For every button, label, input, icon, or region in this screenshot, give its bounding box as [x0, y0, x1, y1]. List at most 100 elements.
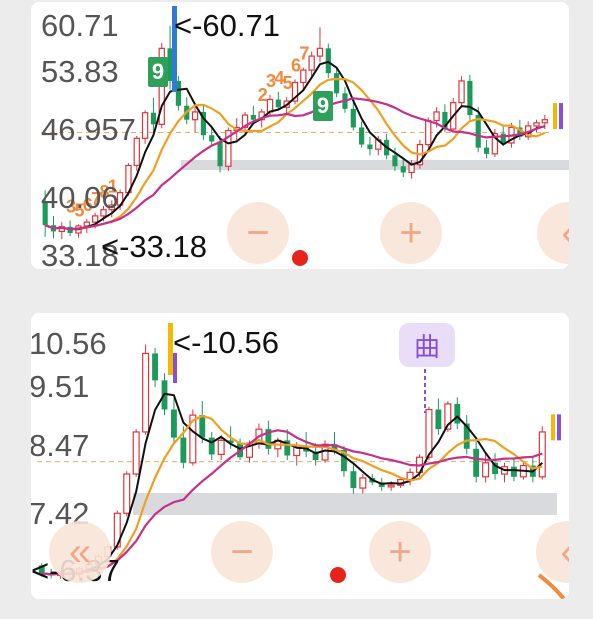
y-label-max: 10.56 — [31, 326, 107, 361]
zoom-out-button[interactable]: − — [211, 521, 273, 583]
candle-body — [142, 352, 150, 433]
candle-body — [467, 80, 473, 116]
candle — [316, 27, 324, 63]
last-price-bar — [557, 414, 561, 441]
minus-icon: − — [246, 211, 270, 255]
candle-body — [425, 119, 432, 146]
sequence-number: 7 — [299, 44, 309, 64]
candle-body — [359, 127, 365, 145]
candle-body — [408, 164, 415, 174]
candle — [334, 68, 340, 98]
candle-body — [359, 477, 367, 489]
candle — [303, 431, 310, 458]
candle-body — [387, 484, 395, 488]
double-chevron-left-icon: « — [68, 530, 92, 574]
y-label-max: 60.71 — [41, 8, 119, 43]
candle — [435, 398, 442, 435]
candle-body — [435, 409, 442, 430]
zoom-out-button[interactable]: − — [227, 202, 289, 264]
candle — [189, 409, 197, 466]
candle — [132, 429, 140, 477]
support-band — [181, 160, 569, 170]
candle-body — [350, 471, 357, 489]
candle-body — [367, 144, 373, 150]
top-chart-panel[interactable]: 356781234567 60.71 53.83 46.957 40.06 33… — [31, 2, 569, 269]
candle-body — [350, 108, 356, 128]
candle — [141, 110, 149, 144]
y-label-low: 40.06 — [41, 180, 119, 215]
candle-body — [167, 48, 173, 81]
candle-body — [392, 155, 398, 167]
candle-body — [425, 408, 433, 458]
candle — [367, 136, 373, 156]
candle-body — [541, 119, 549, 124]
candle-body — [209, 135, 215, 142]
candle-body — [217, 141, 223, 167]
candle — [483, 139, 490, 159]
y-label-high: 9.51 — [31, 369, 90, 404]
candle — [454, 397, 461, 430]
candle — [225, 127, 232, 171]
chevron-left-icon: ‹ — [560, 532, 569, 572]
candle — [500, 462, 509, 483]
candle-body — [473, 448, 480, 477]
max-price-marker: <-60.71 — [174, 8, 281, 43]
candle-body — [141, 112, 149, 139]
candle-body — [199, 415, 206, 438]
candle-body — [123, 473, 131, 514]
candle-body — [250, 115, 256, 120]
candle — [167, 25, 173, 90]
candle-body — [482, 462, 490, 478]
candle-body — [152, 353, 158, 381]
bottom-chart-panel[interactable]: 10.56 9.51 8.47 7.42 <-10.56 <-6.37 曲 « … — [31, 313, 569, 599]
zoom-in-button[interactable]: + — [380, 202, 442, 264]
candle — [325, 43, 331, 78]
candle-body — [433, 111, 440, 122]
candle-body — [180, 437, 187, 463]
candle-body — [458, 80, 465, 104]
candle-body — [316, 47, 324, 57]
y-label-mid: 46.957 — [41, 112, 136, 147]
live-indicator-dot — [330, 567, 346, 583]
candle — [142, 344, 150, 435]
plus-icon: + — [399, 211, 423, 255]
candle — [473, 440, 480, 483]
curve-signal-badge[interactable]: 曲 — [399, 323, 455, 367]
signal-badge-9: 9 — [313, 91, 333, 121]
candle — [152, 347, 158, 388]
y-label-high: 53.83 — [41, 54, 119, 89]
last-price-bar — [553, 103, 557, 130]
candle — [463, 415, 470, 455]
candle-body — [275, 99, 281, 108]
candle — [123, 471, 131, 517]
candle-body — [266, 98, 274, 113]
rewind-button[interactable]: « — [49, 521, 111, 583]
candle-body — [308, 55, 315, 71]
candle-body — [334, 73, 340, 94]
candle-body — [400, 166, 406, 173]
candle-body — [208, 437, 215, 455]
candle-body — [511, 466, 517, 477]
candle-body — [132, 431, 140, 475]
candle — [458, 76, 465, 108]
zoom-in-button[interactable]: + — [369, 521, 431, 583]
candle-body — [533, 122, 540, 127]
candle — [350, 462, 357, 494]
candle — [359, 121, 365, 148]
support-band — [133, 493, 557, 515]
candle-body — [217, 439, 225, 455]
candle — [191, 107, 199, 133]
candle — [341, 445, 347, 477]
candle-body — [150, 112, 157, 125]
sequence-number: 5 — [283, 73, 293, 93]
y-label-mid: 8.47 — [31, 428, 90, 463]
candle — [58, 222, 66, 240]
candle-body — [483, 147, 490, 154]
candle-body — [191, 111, 199, 121]
candle — [538, 426, 546, 480]
candle — [171, 398, 177, 444]
signal-badge-9: 9 — [148, 57, 168, 87]
candle — [467, 74, 473, 120]
last-price-bar — [551, 414, 555, 441]
last-price-bar — [559, 103, 563, 130]
